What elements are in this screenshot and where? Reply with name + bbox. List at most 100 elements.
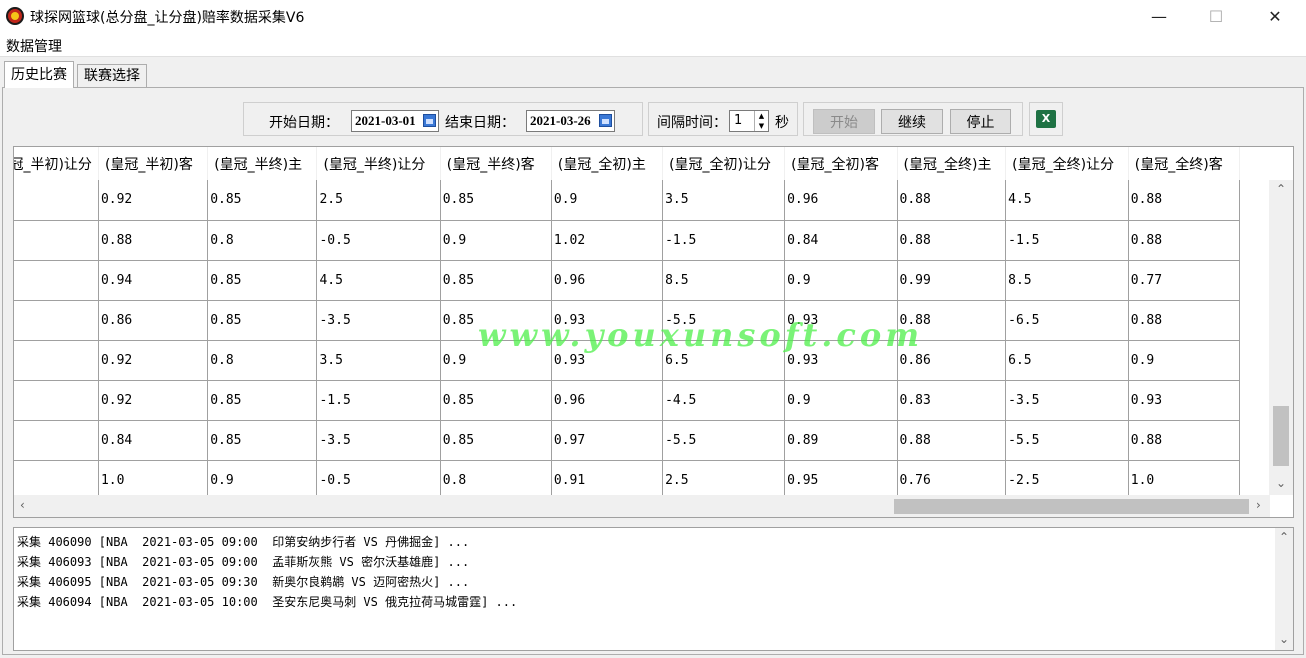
start-date-picker[interactable]: 2021-03-01 [351,110,439,132]
table-cell[interactable]: -3.5 [316,420,441,461]
table-cell[interactable]: 4.5 [316,260,441,301]
table-cell[interactable]: 0.88 [897,300,1007,341]
scroll-up-icon[interactable]: ⌃ [1279,530,1289,544]
tab-league-select[interactable]: 联赛选择 [77,64,147,88]
table-cell[interactable] [14,380,99,421]
table-cell[interactable]: -0.5 [316,460,441,495]
column-header[interactable]: (皇冠_全初)让分 [662,147,786,180]
table-cell[interactable]: 3.5 [316,340,441,381]
continue-button[interactable]: 继续 [881,109,943,134]
end-date-picker[interactable]: 2021-03-26 [526,110,615,132]
scroll-right-icon[interactable]: › [1256,498,1261,512]
column-header[interactable]: (皇冠_全初)客 [784,147,898,180]
table-cell[interactable]: 2.5 [316,180,441,221]
table-cell[interactable]: 0.96 [551,380,664,421]
table-cell[interactable]: 0.92 [98,340,209,381]
table-cell[interactable]: -0.5 [316,220,441,261]
calendar-icon[interactable] [423,114,436,127]
table-cell[interactable] [14,260,99,301]
table-cell[interactable]: 0.85 [207,380,318,421]
column-header[interactable]: (皇冠_全终)主 [897,147,1007,180]
scroll-left-icon[interactable]: ‹ [20,498,25,512]
grid-horizontal-scrollbar[interactable]: ‹ › [14,495,1270,517]
column-header[interactable]: (皇冠_全终)让分 [1005,147,1129,180]
table-cell[interactable]: 0.85 [440,180,552,221]
table-cell[interactable]: 1.0 [98,460,209,495]
table-cell[interactable]: 0.93 [551,340,664,381]
table-cell[interactable]: 0.85 [207,420,318,461]
scroll-down-icon[interactable]: ⌄ [1276,476,1286,490]
table-cell[interactable] [14,420,99,461]
table-cell[interactable]: 0.97 [551,420,664,461]
table-cell[interactable]: -1.5 [662,220,786,261]
table-cell[interactable]: 0.96 [784,180,898,221]
table-cell[interactable]: -2.5 [1005,460,1129,495]
grid-vertical-scrollbar[interactable]: ⌃ ⌄ [1269,180,1293,495]
table-cell[interactable]: 0.85 [440,260,552,301]
grid-vertical-scroll-thumb[interactable] [1273,406,1289,466]
table-cell[interactable]: 0.88 [1128,300,1241,341]
table-cell[interactable]: -1.5 [316,380,441,421]
grid-horizontal-scroll-thumb[interactable] [894,499,1249,514]
table-cell[interactable]: -6.5 [1005,300,1129,341]
table-row[interactable]: 0.88 0.8 -0.5 0.9 1.02 -1.5 0.84 0.88 -1.5 0.88 [14,220,1241,261]
table-cell[interactable]: 0.76 [897,460,1007,495]
column-header[interactable]: (皇冠_半终)客 [440,147,552,180]
start-button[interactable]: 开始 [813,109,875,134]
table-cell[interactable]: 0.86 [98,300,209,341]
table-row[interactable]: 0.84 0.85 -3.5 0.85 0.97 -5.5 0.89 0.88 -5.5 0.88 [14,420,1241,461]
table-row[interactable]: 0.86 0.85 -3.5 0.85 0.93 -5.5 0.93 0.88 -6.5 0.88 [14,300,1241,341]
menu-data-management[interactable]: 数据管理 [6,36,62,56]
table-cell[interactable] [14,460,99,495]
table-cell[interactable]: 6.5 [662,340,786,381]
table-cell[interactable]: 0.99 [897,260,1007,301]
table-cell[interactable]: 0.88 [1128,180,1241,221]
table-cell[interactable]: 8.5 [662,260,786,301]
odds-data-grid[interactable]: (皇冠_半初)让分 (皇冠_半初)客 (皇冠_半终)主 (皇冠_半终)让分 (皇… [13,146,1294,518]
table-cell[interactable]: 0.89 [784,420,898,461]
table-cell[interactable]: -5.5 [1005,420,1129,461]
table-cell[interactable]: -3.5 [316,300,441,341]
table-cell[interactable]: 0.8 [207,340,318,381]
table-cell[interactable]: 0.88 [897,420,1007,461]
table-cell[interactable]: 0.85 [207,300,318,341]
table-cell[interactable]: 0.8 [207,220,318,261]
scroll-up-icon[interactable]: ⌃ [1276,182,1286,196]
table-cell[interactable]: 0.96 [551,260,664,301]
table-row[interactable]: 0.92 0.85 2.5 0.85 0.9 3.5 0.96 0.88 4.5 0.88 [14,180,1241,221]
table-cell[interactable]: 0.93 [784,340,898,381]
table-cell[interactable]: 0.9 [440,220,552,261]
table-cell[interactable]: 4.5 [1005,180,1129,221]
table-cell[interactable]: 0.9 [784,380,898,421]
table-cell[interactable]: 0.91 [551,460,664,495]
table-cell[interactable]: 1.0 [1128,460,1241,495]
table-cell[interactable]: 0.93 [1128,380,1241,421]
table-cell[interactable]: 0.88 [897,220,1007,261]
log-output[interactable]: 采集 406090 [NBA 2021-03-05 09:00 印第安纳步行者 … [13,527,1294,651]
table-cell[interactable]: 0.86 [897,340,1007,381]
log-vertical-scrollbar[interactable]: ⌃ ⌄ [1275,528,1293,650]
table-cell[interactable]: 0.83 [897,380,1007,421]
stop-button[interactable]: 停止 [950,109,1011,134]
table-row[interactable]: 0.94 0.85 4.5 0.85 0.96 8.5 0.9 0.99 8.5 0.77 [14,260,1241,301]
table-cell[interactable] [14,180,99,221]
table-cell[interactable]: 0.92 [98,180,209,221]
table-cell[interactable]: 0.84 [98,420,209,461]
column-header[interactable]: (皇冠_半初)客 [98,147,209,180]
table-cell[interactable]: 0.88 [98,220,209,261]
table-cell[interactable]: 0.88 [897,180,1007,221]
table-cell[interactable]: 0.77 [1128,260,1241,301]
close-button[interactable]: ✕ [1252,0,1298,33]
column-header[interactable]: (皇冠_半终)主 [207,147,318,180]
table-cell[interactable]: 0.93 [551,300,664,341]
table-cell[interactable]: 3.5 [662,180,786,221]
column-header[interactable]: (皇冠_全终)客 [1128,147,1241,180]
column-header[interactable]: (皇冠_全初)主 [551,147,664,180]
table-cell[interactable]: 0.92 [98,380,209,421]
excel-export-button[interactable]: X [1029,102,1063,136]
table-row[interactable]: 0.92 0.85 -1.5 0.85 0.96 -4.5 0.9 0.83 -3.5 0.93 [14,380,1241,421]
table-cell[interactable]: -5.5 [662,420,786,461]
table-cell[interactable]: -5.5 [662,300,786,341]
table-cell[interactable]: 0.88 [1128,220,1241,261]
table-cell[interactable]: 2.5 [662,460,786,495]
